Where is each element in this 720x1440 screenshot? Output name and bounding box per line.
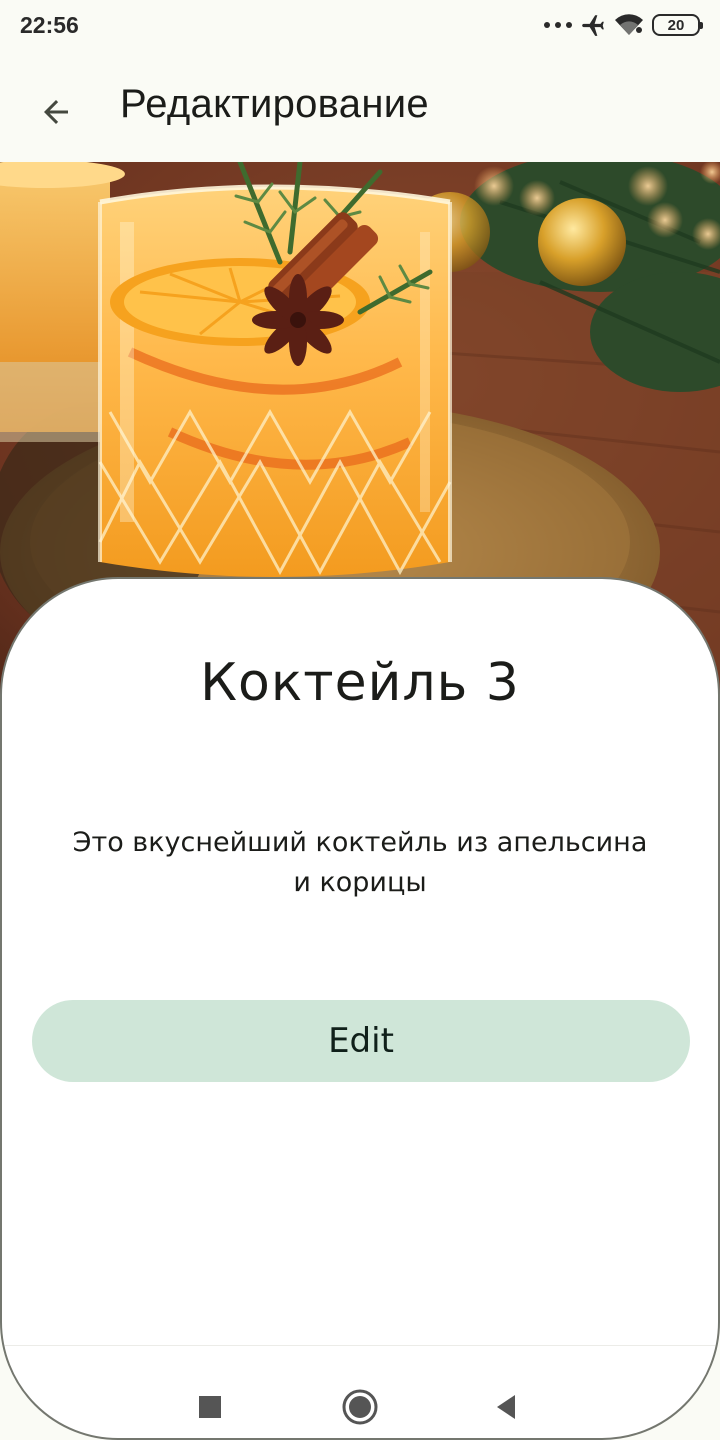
more-dots-icon — [544, 22, 572, 28]
cocktail-description: Это вкуснейший коктейль из апельсина и к… — [72, 827, 648, 898]
cocktail-card: Коктейль 3 Это вкуснейший коктейль из ап… — [0, 577, 720, 1440]
cocktail-title: Коктейль 3 — [200, 653, 520, 713]
arrow-back-icon — [44, 100, 68, 124]
home-circle-icon — [342, 1389, 378, 1425]
battery-level: 20 — [667, 16, 685, 34]
nav-back-button[interactable] — [476, 1377, 536, 1437]
back-triangle-icon — [497, 1395, 515, 1419]
recents-square-icon — [199, 1396, 221, 1418]
top-app-bar: Редактирование — [0, 52, 720, 162]
wifi-icon — [615, 14, 643, 36]
airplane-mode-icon — [582, 15, 604, 36]
back-button[interactable] — [26, 82, 86, 142]
page-title: Редактирование — [120, 82, 429, 126]
edit-button[interactable]: Edit — [32, 1000, 690, 1082]
nav-home-button[interactable] — [330, 1377, 390, 1437]
nav-bar-divider — [2, 1345, 718, 1346]
nav-recents-button[interactable] — [180, 1377, 240, 1437]
status-time: 22:56 — [20, 12, 79, 38]
status-bar: 22:56 20 — [0, 0, 720, 52]
status-icons: 20 — [544, 11, 703, 39]
battery-icon: 20 — [652, 14, 703, 36]
